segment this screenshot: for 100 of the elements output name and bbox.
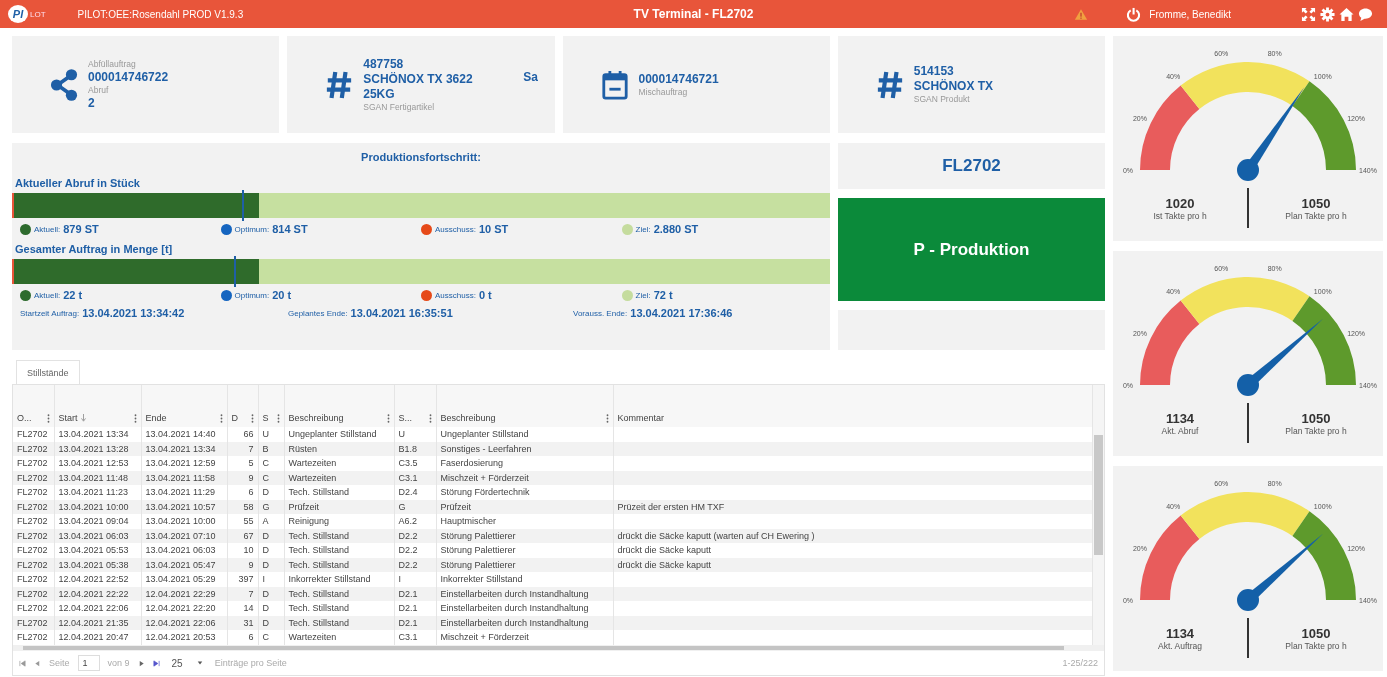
table-cell: 13.04.2021 12:59 bbox=[145, 458, 216, 468]
section-title: Aktueller Abruf in Stück bbox=[15, 177, 140, 189]
table-cell: 13.04.2021 10:57 bbox=[145, 501, 216, 512]
table-cell: I bbox=[398, 574, 401, 584]
previous-page-icon[interactable] bbox=[34, 659, 41, 667]
table-cell: Prüfzeit bbox=[288, 501, 319, 512]
column-menu-icon[interactable] bbox=[250, 413, 254, 423]
card-label: Mischauftrag bbox=[638, 86, 689, 98]
table-cell: FL2702 bbox=[17, 458, 48, 468]
table-cell: D2.4 bbox=[398, 487, 418, 497]
table-cell: 13.04.2021 14:40 bbox=[145, 429, 216, 439]
card-value: SCHÖNOX TX bbox=[913, 79, 994, 94]
table-cell: A6.2 bbox=[398, 516, 417, 526]
column-menu-icon[interactable] bbox=[386, 413, 390, 423]
table-cell: D bbox=[262, 617, 269, 628]
card-label: Abruf bbox=[88, 84, 110, 96]
table-cell: FL2702 bbox=[17, 501, 48, 512]
column-header[interactable]: S bbox=[258, 385, 284, 427]
table-cell: Wartezeiten bbox=[288, 472, 337, 483]
stat-label: Plan Takte pro h bbox=[1285, 640, 1347, 651]
table-cell: D bbox=[262, 559, 269, 570]
table-cell: Mischzeit + Förderzeit bbox=[440, 472, 529, 483]
table-cell: G bbox=[398, 501, 406, 512]
table-cell: FL2702 bbox=[17, 516, 48, 526]
table-cell: 13.04.2021 13:28 bbox=[58, 443, 129, 454]
table-cell: Ungeplanter Stillstand bbox=[288, 429, 377, 439]
page-input[interactable]: 1 bbox=[77, 655, 100, 671]
column-menu-icon[interactable] bbox=[133, 413, 137, 423]
column-menu-icon[interactable] bbox=[219, 413, 223, 423]
table-cell: 13.04.2021 12:53 bbox=[58, 458, 129, 468]
table-cell: D2.1 bbox=[398, 617, 418, 628]
table-cell: 66 bbox=[243, 429, 254, 439]
table-cell: 10 bbox=[243, 545, 254, 555]
table-cell: D bbox=[262, 545, 269, 555]
time-value: 13.04.2021 13:34:42 bbox=[82, 307, 185, 319]
table-cell: 13.04.2021 10:00 bbox=[145, 516, 216, 526]
table-cell: 7 bbox=[248, 588, 254, 599]
table-cell: 67 bbox=[243, 530, 254, 541]
card-value: SCHÖNOX TX 3622 bbox=[363, 71, 473, 87]
time-label: Geplantes Ende: bbox=[288, 308, 348, 318]
column-header[interactable]: Beschreibung bbox=[284, 385, 394, 427]
vertical-scrollbar[interactable] bbox=[1093, 385, 1104, 645]
tab[interactable]: Stillstände bbox=[16, 360, 80, 384]
table-cell: FL2702 bbox=[17, 487, 48, 497]
time-label: Vorauss. Ende: bbox=[573, 308, 628, 318]
table-cell: 13.04.2021 05:38 bbox=[58, 559, 129, 570]
column-header[interactable]: Start bbox=[54, 385, 141, 427]
table-cell: FL2702 bbox=[17, 545, 48, 555]
fullscreen-icon[interactable] bbox=[1301, 6, 1316, 22]
table-cell: 13.04.2021 06:03 bbox=[145, 545, 216, 555]
caret-icon bbox=[196, 660, 203, 666]
table-cell: D2.2 bbox=[398, 545, 418, 555]
table-cell: C3.1 bbox=[398, 632, 418, 642]
column-header[interactable]: D bbox=[227, 385, 258, 427]
legend-label: Aktuell: bbox=[34, 290, 61, 300]
column-menu-icon[interactable] bbox=[428, 413, 432, 423]
table-cell: FL2702 bbox=[17, 588, 48, 599]
next-page-icon[interactable] bbox=[137, 659, 145, 667]
card-label: SGAN Fertigartikel bbox=[363, 101, 436, 113]
time-value: 13.04.2021 17:36:46 bbox=[630, 307, 733, 319]
column-menu-icon[interactable] bbox=[46, 413, 50, 423]
column-menu-icon[interactable] bbox=[276, 413, 280, 423]
time-value: 13.04.2021 16:35:51 bbox=[350, 307, 453, 319]
table-cell: 58 bbox=[243, 501, 254, 512]
table-cell: Störung Fördertechnik bbox=[440, 487, 530, 497]
table-cell: drückt die Säcke kaputt bbox=[617, 545, 712, 555]
column-menu-icon[interactable] bbox=[605, 413, 609, 423]
table-cell: 9 bbox=[248, 472, 254, 483]
table-cell: 13.04.2021 11:23 bbox=[58, 487, 128, 497]
table-cell: Einstellarbeiten durch Instandhaltung bbox=[440, 588, 589, 599]
table-cell: Einstellarbeiten durch Instandhaltung bbox=[440, 617, 589, 628]
stat-label: Plan Takte pro h bbox=[1285, 425, 1347, 436]
power-icon[interactable] bbox=[1126, 6, 1142, 22]
first-page-icon[interactable] bbox=[19, 659, 26, 667]
table-cell: 12.04.2021 22:22 bbox=[58, 588, 129, 599]
legend-label: Ausschuss: bbox=[435, 224, 476, 234]
legend-value: 20 t bbox=[272, 289, 292, 301]
column-header[interactable]: Ende bbox=[141, 385, 227, 427]
home-icon[interactable] bbox=[1339, 6, 1354, 22]
table-cell: Reinigung bbox=[288, 516, 330, 526]
table-cell: D bbox=[262, 588, 269, 599]
sort-arrow-icon[interactable] bbox=[80, 414, 86, 422]
page-size-dropdown[interactable]: 25 bbox=[167, 657, 207, 669]
table-cell: FL2702 bbox=[17, 559, 48, 570]
stat-label: Akt. Auftrag bbox=[1158, 640, 1202, 651]
logo: PI LOT bbox=[8, 5, 46, 23]
table-cell: Hauptmischer bbox=[440, 516, 497, 526]
table-cell: Inkorrekter Stillstand bbox=[440, 574, 523, 584]
chat-icon[interactable] bbox=[1358, 6, 1373, 22]
column-header[interactable]: Kommentar bbox=[613, 385, 1093, 427]
table-cell: 13.04.2021 11:29 bbox=[145, 487, 215, 497]
column-header[interactable]: Beschreibung bbox=[436, 385, 613, 427]
column-header[interactable]: S... bbox=[394, 385, 436, 427]
table-cell: Tech. Stillstand bbox=[288, 603, 350, 613]
settings-icon[interactable] bbox=[1320, 6, 1335, 22]
last-page-icon[interactable] bbox=[152, 659, 160, 667]
table-cell: C bbox=[262, 458, 269, 468]
calendar-icon bbox=[600, 68, 629, 101]
column-header[interactable]: O... bbox=[13, 385, 54, 427]
horizontal-scrollbar[interactable] bbox=[13, 644, 1104, 651]
